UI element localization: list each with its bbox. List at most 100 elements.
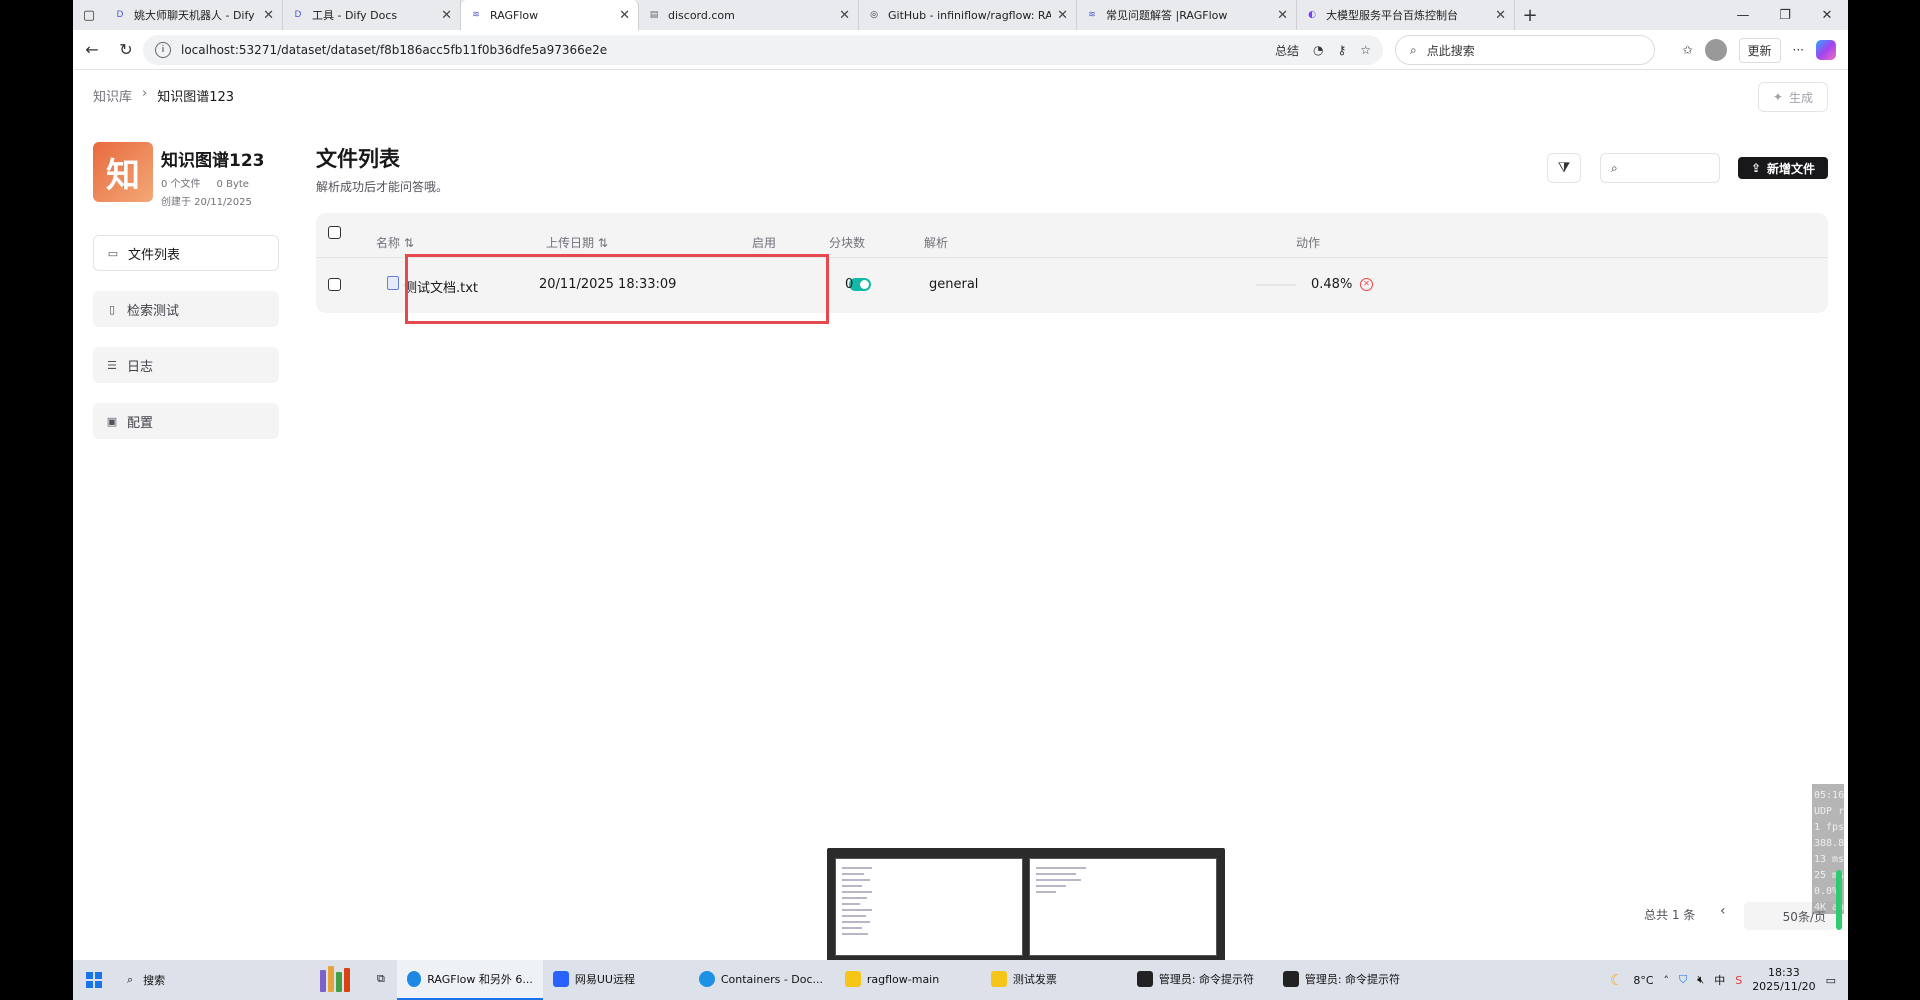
weather-temp[interactable]: 8°C [1633, 974, 1653, 987]
taskbar-app[interactable]: 管理员: 命令提示符 [1273, 960, 1419, 1000]
copilot-icon[interactable] [1816, 40, 1836, 60]
browser-search-field[interactable]: ⌕ 点此搜索 [1395, 35, 1655, 65]
taskbar-app[interactable]: 管理员: 命令提示符 [1127, 960, 1273, 1000]
taskbar-search-label: 搜索 [143, 974, 166, 987]
filter-button[interactable]: ⧩ [1547, 153, 1581, 183]
sidebar-item-retrieval-test[interactable]: ▯ 检索测试 [93, 291, 279, 327]
tab-actions-icon[interactable]: ▢ [73, 0, 105, 30]
bailian-favicon-icon: ◐ [1308, 10, 1316, 20]
search-placeholder: 点此搜索 [1426, 43, 1475, 58]
search-icon: ⌕ [1611, 160, 1618, 175]
close-tab-icon[interactable]: ✕ [441, 8, 452, 23]
taskbar-app[interactable]: 网易UU远程 [543, 960, 689, 1000]
add-file-button[interactable]: ⇪ 新增文件 [1738, 157, 1828, 179]
close-tab-icon[interactable]: ✕ [839, 8, 850, 23]
browser-tab[interactable]: D 姚大师聊天机器人 - Dify ✕ [105, 0, 283, 30]
generate-button[interactable]: ✦ 生成 [1757, 82, 1828, 112]
sort-icon[interactable]: ⇅ [598, 236, 608, 250]
taskbar-app-label: Containers - Doc... [720, 972, 824, 986]
ime-indicator[interactable]: 中 [1714, 972, 1725, 988]
browser-tab[interactable]: D 工具 - Dify Docs ✕ [283, 0, 461, 30]
url-field[interactable]: i localhost:53271/dataset/dataset/f8b186… [143, 35, 1383, 65]
dify-favicon-icon: D [116, 10, 124, 20]
prev-page-icon[interactable]: ‹ [1720, 903, 1726, 919]
close-window-icon[interactable]: ✕ [1806, 0, 1848, 30]
browser-tab[interactable]: ▤ discord.com ✕ [639, 0, 859, 30]
speaker-muted-icon[interactable]: 🔇︎ [1697, 973, 1704, 987]
docker-icon [698, 971, 715, 987]
sidebar-item-files[interactable]: ▭ 文件列表 [93, 235, 279, 271]
annotation-highlight-box [405, 254, 829, 324]
close-tab-icon[interactable]: ✕ [1277, 8, 1288, 23]
browser-tab[interactable]: ◐ 大模型服务平台百炼控制台 ✕ [1297, 0, 1515, 30]
column-header-name[interactable]: 名称 ⇅ [376, 234, 414, 251]
close-tab-icon[interactable]: ✕ [1495, 8, 1506, 23]
taskbar-app-label: RAGFlow 和另外 6... [427, 973, 533, 986]
more-icon[interactable]: ··· [1793, 43, 1804, 57]
task-view-icon[interactable]: ⧉ [365, 960, 397, 1000]
site-info-icon[interactable]: i [155, 42, 171, 58]
stat-line: 13 ms [1814, 854, 1844, 865]
taskbar-app-label: 管理员: 命令提示符 [1158, 973, 1255, 986]
start-button[interactable] [73, 960, 115, 1000]
parse-progress-text: 0.48% [1311, 277, 1353, 292]
taskbar-app[interactable]: ragflow-main [835, 960, 981, 1000]
window-thumbnail[interactable] [835, 858, 1023, 956]
favorite-star-icon[interactable]: ☆ [1360, 43, 1371, 57]
search-icon: ⌕ [1410, 42, 1417, 57]
summarize-button[interactable]: 总结 [1275, 42, 1299, 59]
sort-icon[interactable]: ⇅ [404, 236, 414, 250]
browser-tab[interactable]: ◎ GitHub - infiniflow/ragflow: RAGF ✕ [859, 0, 1077, 30]
column-header-enabled: 启用 [752, 236, 777, 250]
screen: ▢ D 姚大师聊天机器人 - Dify ✕ D 工具 - Dify Docs ✕… [73, 0, 1848, 1000]
close-tab-icon[interactable]: ✕ [1057, 8, 1068, 23]
sogou-icon[interactable]: S [1735, 974, 1742, 987]
tab-title: 工具 - Dify Docs [312, 9, 398, 22]
key-icon[interactable]: ⚷ [1337, 43, 1346, 57]
restore-icon[interactable]: ❐ [1764, 0, 1806, 30]
select-all-checkbox[interactable] [328, 226, 341, 239]
sidebar-item-settings[interactable]: ▣ 配置 [93, 403, 279, 439]
clock[interactable]: 18:33 2025/11/20 [1752, 966, 1815, 994]
stat-line: 05:16:55 [1814, 790, 1844, 801]
taskbar-search[interactable]: ⌕ 搜索 [115, 960, 305, 1000]
file-parser-method[interactable]: general [929, 277, 978, 292]
url-text: localhost:53271/dataset/dataset/f8b186ac… [181, 43, 608, 57]
row-checkbox[interactable] [328, 278, 341, 291]
browser-tab-active[interactable]: ≋ RAGFlow ✕ [461, 0, 639, 30]
taskbar-app[interactable]: Containers - Doc... [689, 960, 835, 1000]
file-search-input[interactable]: ⌕ [1600, 153, 1720, 183]
cancel-parse-icon[interactable]: ✕ [1360, 278, 1373, 291]
taskbar-preview-popup [827, 848, 1225, 964]
taskbar-app[interactable]: 测试发票 [981, 960, 1127, 1000]
profile-avatar[interactable] [1704, 39, 1727, 61]
chevron-up-icon[interactable]: ˄ [1664, 974, 1670, 987]
refresh-icon[interactable]: ↻ [109, 33, 143, 67]
notification-icon[interactable]: ▭ [1826, 974, 1836, 987]
sidebar-item-logs[interactable]: ☰ 日志 [93, 347, 279, 383]
column-header-upload-date[interactable]: 上传日期 ⇅ [546, 234, 608, 251]
taskbar-app[interactable]: RAGFlow 和另外 6... [396, 960, 543, 1000]
minimize-icon[interactable]: — [1722, 0, 1764, 30]
new-tab-icon[interactable]: + [1515, 5, 1545, 26]
back-icon[interactable]: ← [75, 33, 109, 67]
ragflow-favicon-icon: ≋ [1088, 10, 1096, 20]
breadcrumb-root-link[interactable]: 知识库 [93, 86, 132, 105]
pagination-total: 总共 1 条 [1644, 908, 1696, 922]
close-tab-icon[interactable]: ✕ [263, 8, 274, 23]
tab-title: 大模型服务平台百炼控制台 [1326, 9, 1458, 22]
favorites-icon[interactable]: ✩ [1682, 43, 1692, 57]
page-favicon-icon: ▤ [649, 10, 659, 20]
dataset-logo: 知 [93, 142, 153, 202]
dataset-name: 知识图谱123 [161, 151, 265, 171]
reader-icon[interactable]: ◔ [1313, 43, 1323, 57]
browser-tab[interactable]: ≋ 常见问题解答 |RAGFlow ✕ [1077, 0, 1297, 30]
books-icon[interactable] [305, 960, 365, 1000]
upload-icon: ⇪ [1750, 161, 1762, 175]
update-button[interactable]: 更新 [1738, 37, 1781, 63]
window-controls: — ❐ ✕ [1722, 0, 1848, 30]
window-thumbnail[interactable] [1029, 858, 1217, 956]
shield-icon[interactable]: ⛉ [1679, 973, 1687, 987]
parse-progress-bar [1256, 284, 1296, 286]
close-tab-icon[interactable]: ✕ [619, 8, 630, 23]
